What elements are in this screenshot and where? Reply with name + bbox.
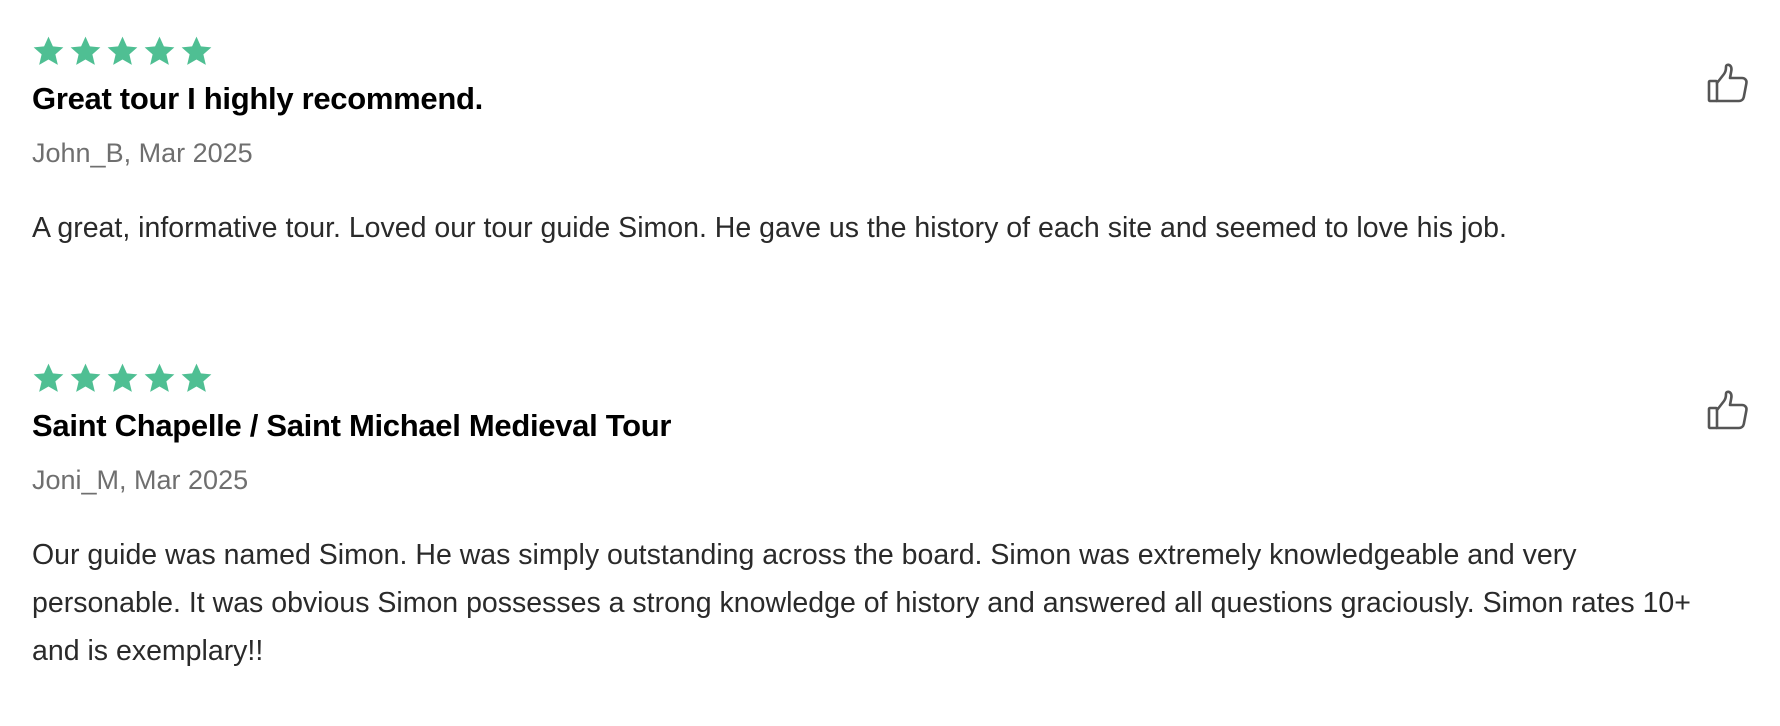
- star-icon: [180, 362, 213, 395]
- reviews-list: Great tour I highly recommend. John_B, M…: [0, 0, 1780, 726]
- review-title: Saint Chapelle / Saint Michael Medieval …: [32, 408, 672, 443]
- review-author-date: Joni_M, Mar 2025: [32, 465, 249, 495]
- star-icon: [180, 35, 213, 68]
- star-icon: [106, 362, 139, 395]
- star-rating: [32, 34, 1750, 68]
- star-rating: [32, 361, 1750, 395]
- thumbs-up-icon[interactable]: [1706, 62, 1750, 106]
- star-icon: [143, 362, 176, 395]
- thumbs-up-icon[interactable]: [1706, 389, 1750, 433]
- review-title: Great tour I highly recommend.: [32, 81, 483, 116]
- review-body: Our guide was named Simon. He was simply…: [32, 539, 1691, 667]
- star-icon: [32, 362, 65, 395]
- star-icon: [69, 35, 102, 68]
- review-card: Saint Chapelle / Saint Michael Medieval …: [32, 361, 1750, 675]
- review-author-date: John_B, Mar 2025: [32, 138, 253, 168]
- star-icon: [69, 362, 102, 395]
- star-icon: [32, 35, 65, 68]
- review-card: Great tour I highly recommend. John_B, M…: [32, 34, 1750, 252]
- star-icon: [106, 35, 139, 68]
- review-body: A great, informative tour. Loved our tou…: [32, 212, 1507, 244]
- star-icon: [143, 35, 176, 68]
